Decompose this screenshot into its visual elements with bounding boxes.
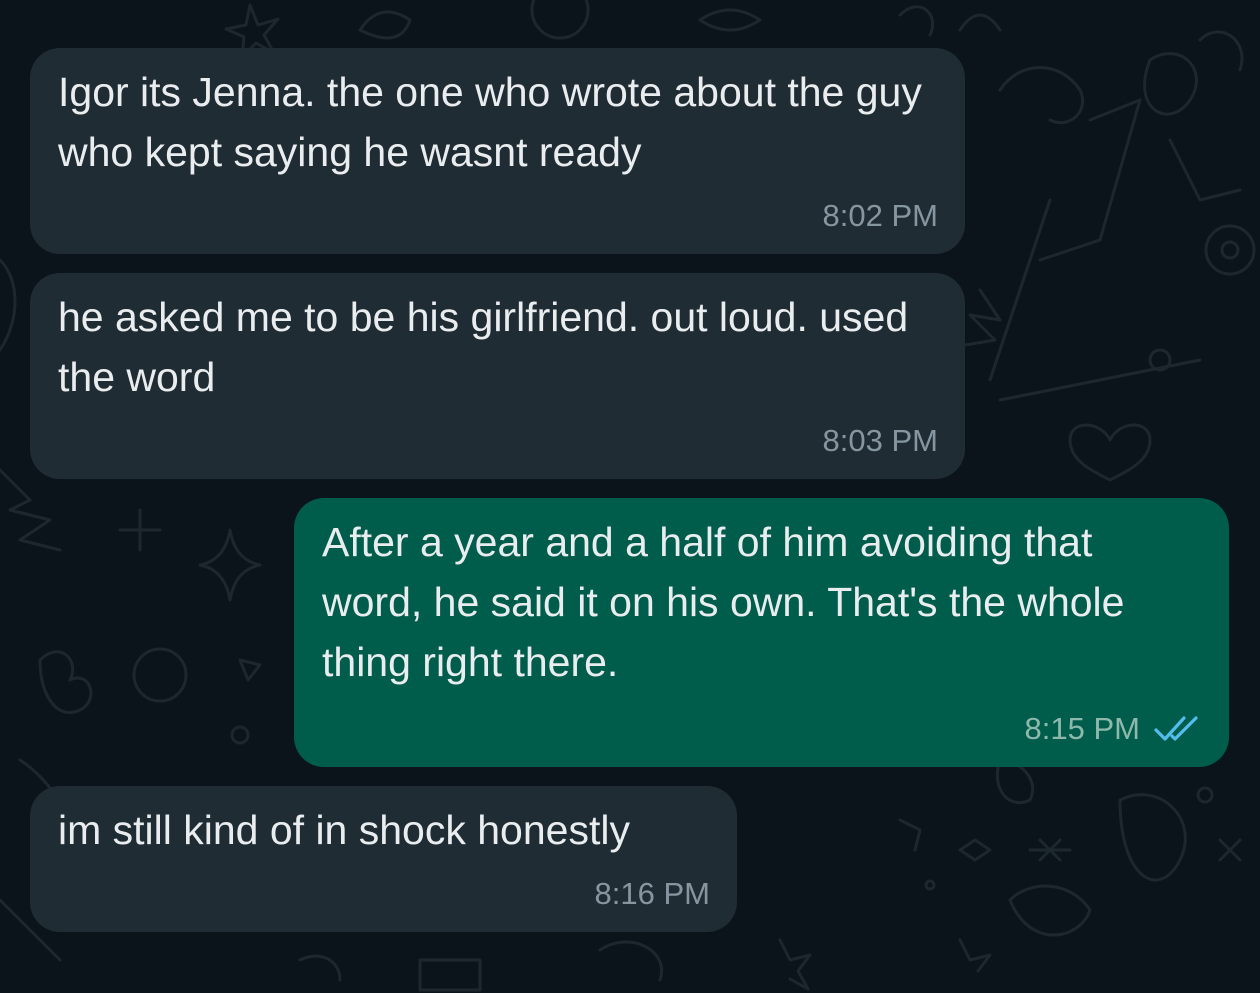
incoming-message-bubble[interactable]: he asked me to be his girlfriend. out lo… [30,273,965,479]
outgoing-message-bubble[interactable]: After a year and a half of him avoiding … [294,498,1229,767]
message-timestamp: 8:15 PM [1024,711,1140,746]
message-meta: 8:03 PM [823,423,938,459]
message-text: After a year and a half of him avoiding … [322,519,1125,685]
message-timestamp: 8:16 PM [594,876,710,911]
message-meta: 8:16 PM [595,876,710,912]
chat-message-list: Igor its Jenna. the one who wrote about … [0,0,1260,993]
message-text: he asked me to be his girlfriend. out lo… [58,294,909,400]
incoming-message-bubble[interactable]: im still kind of in shock honestly 8:16 … [30,786,737,932]
message-timestamp: 8:02 PM [822,198,938,233]
message-text: Igor its Jenna. the one who wrote about … [58,69,922,175]
double-check-icon [1154,716,1198,741]
message-timestamp: 8:03 PM [822,423,938,458]
message-meta: 8:15 PM [1025,711,1202,747]
message-meta: 8:02 PM [823,198,938,234]
message-text: im still kind of in shock honestly [58,807,630,853]
incoming-message-bubble[interactable]: Igor its Jenna. the one who wrote about … [30,48,965,254]
